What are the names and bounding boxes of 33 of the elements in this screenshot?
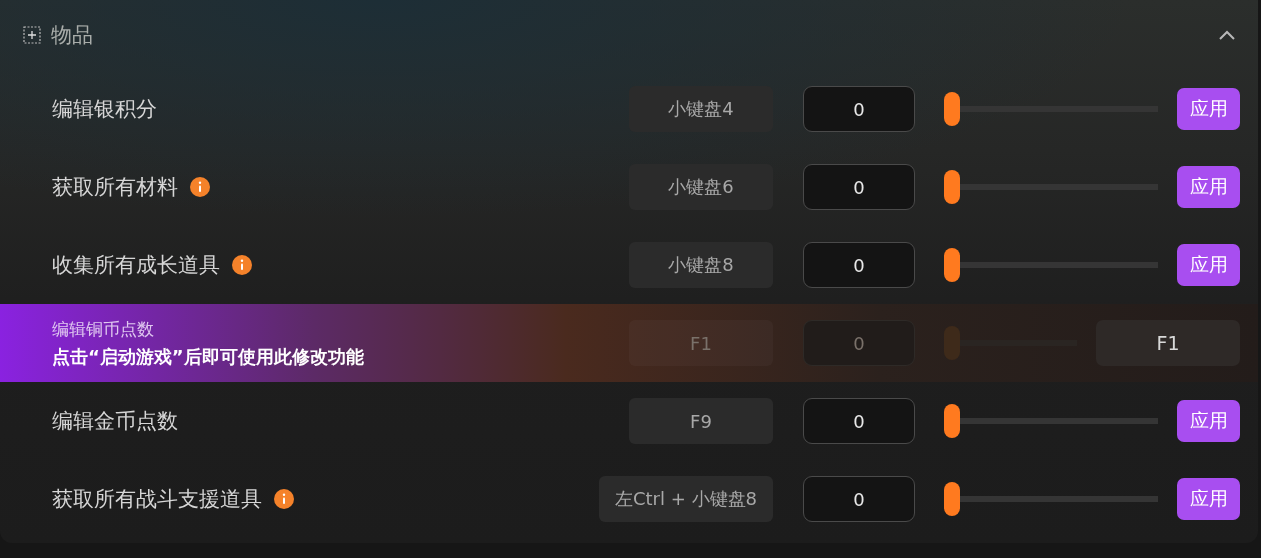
hotkey-label: 小键盘6 — [629, 164, 773, 210]
value-input[interactable]: 0 — [803, 320, 915, 366]
hotkey-label: 小键盘4 — [629, 86, 773, 132]
slider-thumb[interactable] — [944, 404, 960, 438]
apply-button[interactable]: 应用 — [1177, 88, 1240, 130]
hotkey-label: 左Ctrl + 小键盘8 — [599, 476, 773, 522]
slider-thumb[interactable] — [944, 482, 960, 516]
apply-button[interactable]: 应用 — [1177, 400, 1240, 442]
value-input[interactable]: 0 — [803, 164, 915, 210]
slider-thumb[interactable] — [944, 248, 960, 282]
hotkey-label: 小键盘8 — [629, 242, 773, 288]
value-input[interactable]: 0 — [803, 242, 915, 288]
row-label: 编辑铜币点数 — [52, 317, 155, 341]
apply-button[interactable]: 应用 — [1177, 166, 1240, 208]
section-title: 物品 — [51, 22, 94, 49]
hotkey-label: F9 — [629, 398, 773, 444]
row-label: 获取所有战斗支援道具 — [52, 486, 262, 513]
hotkey-label: F1 — [629, 320, 773, 366]
value-input[interactable]: 0 — [803, 398, 915, 444]
row-label: 编辑金币点数 — [52, 408, 178, 435]
expand-box-icon — [23, 26, 41, 44]
apply-button[interactable]: 应用 — [1177, 244, 1240, 286]
slider-thumb[interactable] — [944, 92, 960, 126]
hotkey-button[interactable]: F1 — [1096, 320, 1240, 366]
value-input[interactable]: 0 — [803, 86, 915, 132]
apply-button[interactable]: 应用 — [1177, 478, 1240, 520]
chevron-up-icon[interactable] — [1218, 29, 1236, 41]
lock-message: 点击“启动游戏”后即可使用此修改功能 — [52, 344, 365, 369]
slider-thumb[interactable] — [944, 170, 960, 204]
row-label: 获取所有材料 — [52, 174, 178, 201]
row-label: 收集所有成长道具 — [52, 252, 220, 279]
value-input[interactable]: 0 — [803, 476, 915, 522]
row-label: 编辑银积分 — [52, 96, 157, 123]
